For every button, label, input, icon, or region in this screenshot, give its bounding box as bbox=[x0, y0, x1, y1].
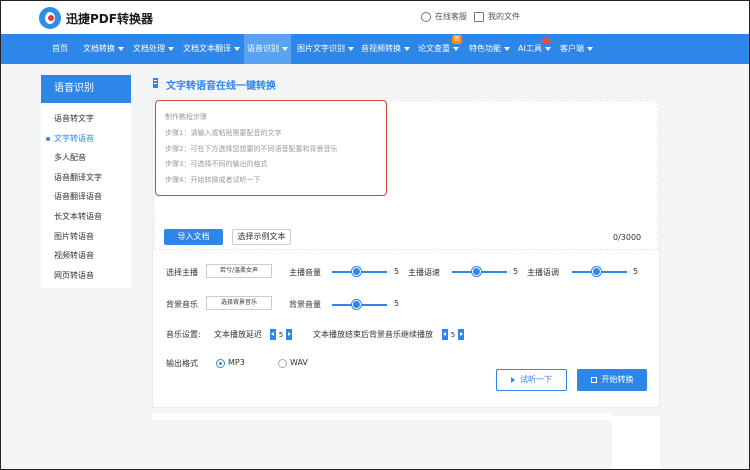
format-wav-label[interactable]: WAV bbox=[290, 358, 308, 367]
top-header: 迅捷PDF转换器 在线客服 我的文件 bbox=[0, 0, 750, 34]
brand-name[interactable]: 迅捷PDF转换器 bbox=[66, 10, 153, 27]
listen-button[interactable]: 试听一下 bbox=[496, 369, 567, 391]
my-files-link[interactable]: 我的文件 bbox=[474, 11, 520, 22]
sidebar-item-image-to-speech[interactable]: 图片转语音 bbox=[41, 227, 131, 247]
nav-item-features[interactable]: 特色功能 bbox=[469, 34, 510, 64]
chevron-down-icon bbox=[118, 46, 124, 51]
chevron-down-icon bbox=[544, 46, 551, 51]
brand-logo-icon[interactable] bbox=[39, 7, 61, 29]
tutorial-heading: 制作教程步骤 bbox=[165, 113, 207, 121]
bgm-continue-label: 文本播放结束后背景音乐继续播放 bbox=[313, 330, 433, 339]
sidebar-item-text-to-speech[interactable]: 文字转语音 bbox=[41, 129, 131, 149]
play-icon bbox=[511, 376, 515, 383]
slider-handle[interactable] bbox=[472, 267, 481, 276]
nav-item-image-ocr[interactable]: 图片文字识别 bbox=[297, 34, 354, 64]
tutorial-step: 步骤4：开始转换或者试听一下 bbox=[165, 176, 261, 184]
slider-handle[interactable] bbox=[592, 267, 601, 276]
slider-handle[interactable] bbox=[352, 300, 361, 309]
anchor-speed-slider[interactable] bbox=[452, 267, 507, 276]
play-delay-label: 文本播放延迟 bbox=[214, 330, 262, 339]
sidebar-title: 语音识别 bbox=[41, 75, 131, 103]
sidebar-item-webpage-to-speech[interactable]: 网页转语音 bbox=[41, 266, 131, 286]
tutorial-step: 步骤2：可在下方选择您想要的不同语音配置和背景音乐 bbox=[165, 145, 338, 153]
select-bgm-button[interactable]: 选择背景音乐 bbox=[206, 296, 272, 310]
nav-item-home[interactable]: 首页 bbox=[52, 34, 68, 64]
tutorial-step: 步骤1：请输入或粘贴需要配音的文字 bbox=[165, 129, 282, 137]
bottom-card bbox=[612, 416, 660, 470]
select-sample-text-button[interactable]: 选择示例文本 bbox=[232, 229, 291, 245]
anchor-label: 选择主播 bbox=[166, 268, 198, 277]
document-icon bbox=[153, 78, 158, 88]
decrement-icon[interactable] bbox=[270, 329, 276, 340]
decrement-icon[interactable] bbox=[442, 329, 448, 340]
bgm-continue-stepper[interactable]: 5 bbox=[442, 329, 464, 340]
format-wav-radio[interactable] bbox=[278, 359, 287, 368]
anchor-select[interactable]: 若兮/温柔女声 bbox=[206, 264, 272, 278]
tutorial-step: 步骤3：可选择不同的输出的格式 bbox=[165, 160, 268, 168]
start-convert-button[interactable]: 开始转换 bbox=[577, 369, 647, 391]
sidebar: 语音识别 语音转文字 文字转语音 多人配音 语音翻译文字 语音翻译语音 长文本转… bbox=[41, 75, 131, 288]
hot-badge-icon bbox=[541, 35, 551, 43]
increment-icon[interactable] bbox=[458, 329, 464, 340]
sidebar-item-long-text-to-speech[interactable]: 长文本转语音 bbox=[41, 207, 131, 227]
nav-item-doc-translate[interactable]: 文档文本翻译 bbox=[183, 34, 240, 64]
chevron-down-icon bbox=[453, 46, 459, 51]
play-delay-stepper[interactable]: 5 bbox=[270, 329, 292, 340]
bgm-volume-value: 5 bbox=[394, 299, 400, 308]
convert-icon bbox=[590, 376, 597, 383]
anchor-pitch-value: 5 bbox=[633, 267, 639, 276]
sidebar-item-speech-to-text[interactable]: 语音转文字 bbox=[41, 109, 131, 129]
output-format-label: 输出格式 bbox=[166, 359, 198, 368]
character-count: 0/3000 bbox=[613, 233, 642, 242]
increment-icon[interactable] bbox=[286, 329, 292, 340]
sidebar-item-multi-voice[interactable]: 多人配音 bbox=[41, 148, 131, 168]
format-mp3-label[interactable]: MP3 bbox=[228, 358, 245, 367]
chevron-down-icon bbox=[282, 46, 288, 51]
anchor-pitch-slider[interactable] bbox=[572, 267, 627, 276]
anchor-volume-value: 5 bbox=[394, 267, 400, 276]
music-settings-label: 音乐设置: bbox=[166, 330, 201, 339]
format-mp3-radio[interactable] bbox=[216, 359, 225, 368]
chevron-down-icon bbox=[504, 46, 510, 51]
online-service-label: 在线客服 bbox=[435, 12, 467, 21]
sidebar-item-video-to-speech[interactable]: 视频转语音 bbox=[41, 246, 131, 266]
sidebar-item-speech-translate-speech[interactable]: 语音翻译语音 bbox=[41, 187, 131, 207]
page-title: 文字转语音在线一键转换 bbox=[166, 81, 276, 92]
chevron-down-icon bbox=[168, 46, 174, 51]
nav-item-av-convert[interactable]: 音视频转换 bbox=[361, 34, 410, 64]
chevron-down-icon bbox=[234, 46, 240, 51]
anchor-pitch-label: 主播语调 bbox=[527, 268, 559, 277]
slider-handle[interactable] bbox=[352, 267, 361, 276]
anchor-speed-label: 主播语速 bbox=[408, 268, 440, 277]
chevron-down-icon bbox=[587, 46, 593, 51]
online-service-link[interactable]: 在线客服 bbox=[421, 11, 467, 22]
file-icon bbox=[474, 11, 484, 22]
chevron-down-icon bbox=[404, 46, 410, 51]
anchor-speed-value: 5 bbox=[513, 267, 519, 276]
bgm-label: 背景音乐 bbox=[166, 300, 198, 309]
new-badge: 新 bbox=[452, 35, 462, 44]
main-nav: 首页 文档转换 文档处理 文档文本翻译 语音识别 图片文字识别 音视频转换 论文… bbox=[0, 34, 750, 64]
nav-item-client[interactable]: 客户端 bbox=[560, 34, 593, 64]
nav-item-doc-convert[interactable]: 文档转换 bbox=[83, 34, 124, 64]
bottom-section bbox=[152, 414, 612, 420]
headset-icon bbox=[421, 11, 431, 22]
bgm-volume-slider[interactable] bbox=[332, 300, 387, 309]
chevron-down-icon bbox=[348, 46, 354, 51]
sidebar-item-speech-translate-text[interactable]: 语音翻译文字 bbox=[41, 168, 131, 188]
anchor-volume-slider[interactable] bbox=[332, 267, 387, 276]
import-document-button[interactable]: 导入文档 bbox=[164, 229, 223, 245]
nav-item-doc-process[interactable]: 文档处理 bbox=[133, 34, 174, 64]
nav-item-speech-recognition[interactable]: 语音识别 bbox=[244, 34, 291, 64]
anchor-volume-label: 主播音量 bbox=[289, 268, 321, 277]
bgm-volume-label: 背景音量 bbox=[289, 300, 321, 309]
my-files-label: 我的文件 bbox=[488, 12, 520, 21]
